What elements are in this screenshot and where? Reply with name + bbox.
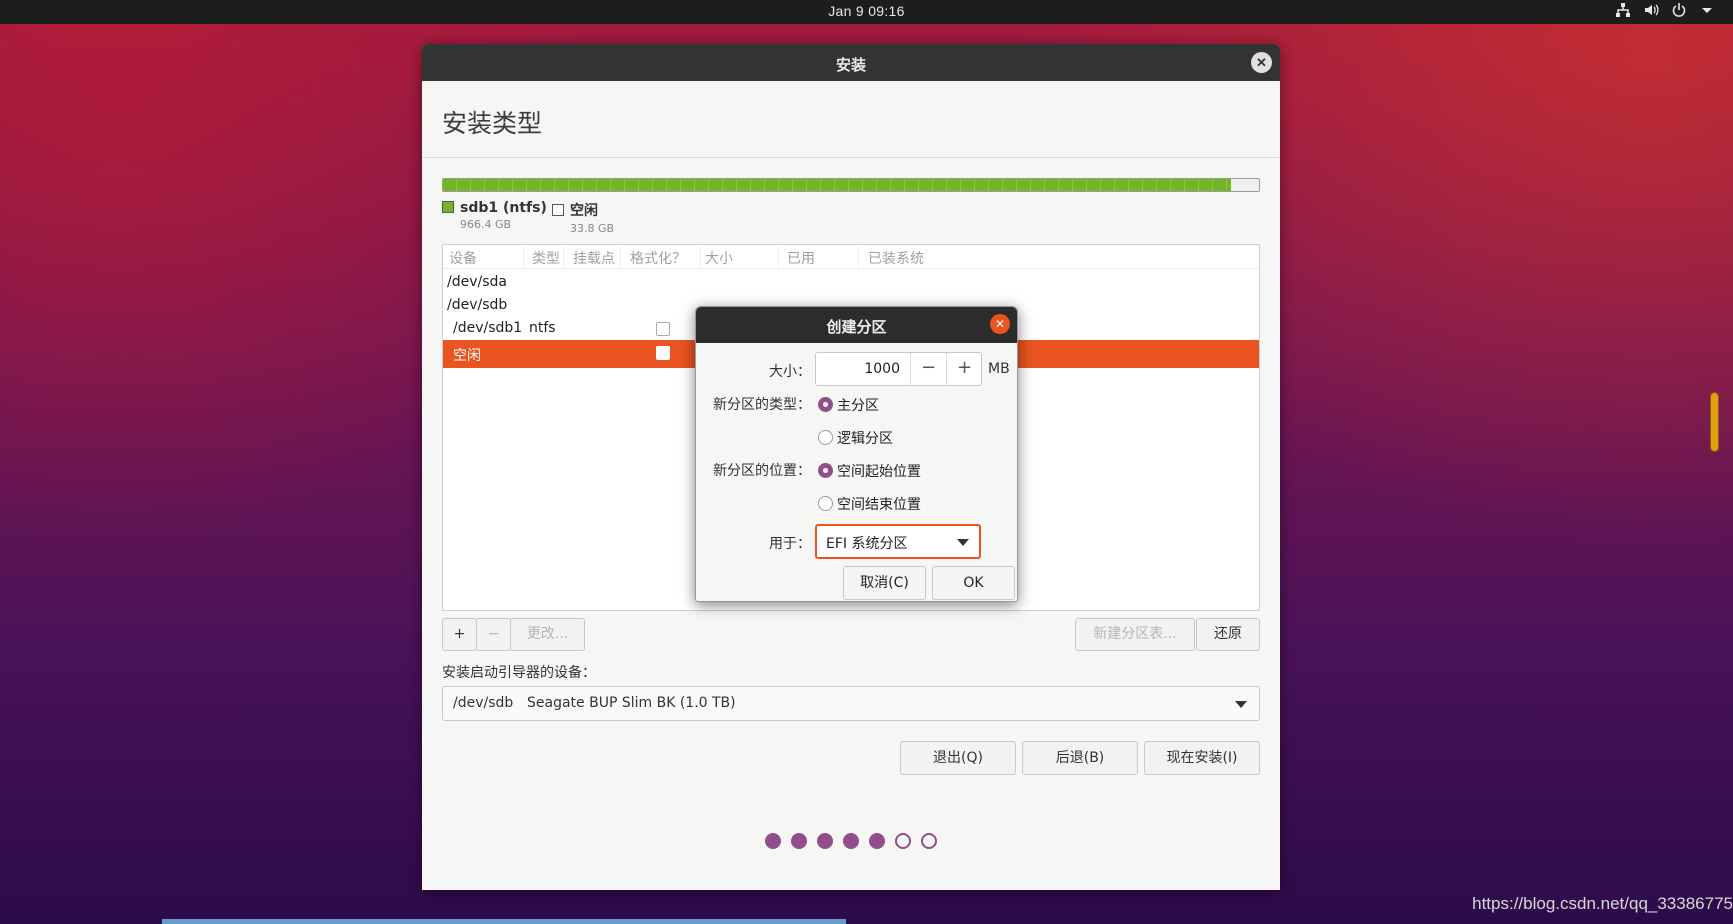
col-system[interactable]: 已装系统: [868, 248, 924, 268]
change-partition-button[interactable]: 更改...: [510, 618, 585, 651]
watermark: https://blog.csdn.net/qq_33386775: [1472, 894, 1733, 913]
col-type[interactable]: 类型: [532, 248, 560, 268]
progress-dot: [869, 833, 885, 849]
progress-dot: [817, 833, 833, 849]
use-as-value: EFI 系统分区: [826, 536, 908, 552]
legend-item-free: 空闲 33.8 GB: [552, 200, 614, 235]
dialog-close-button[interactable]: ✕: [990, 314, 1010, 334]
legend-item-ntfs: sdb1 (ntfs) 966.4 GB: [442, 200, 547, 231]
progress-dot: [921, 833, 937, 849]
device-cell: /dev/sda: [447, 274, 507, 290]
format-checkbox[interactable]: [656, 346, 670, 360]
quit-button[interactable]: 退出(Q): [900, 741, 1016, 775]
radio-start-indicator[interactable]: [818, 463, 833, 478]
radio-start-label: 空间起始位置: [837, 464, 921, 480]
boot-device-description: Seagate BUP Slim BK (1.0 TB): [527, 695, 736, 711]
radio-location-end[interactable]: 空间结束位置: [818, 494, 921, 514]
size-unit: MB: [988, 361, 1010, 377]
radio-primary[interactable]: 主分区: [818, 395, 879, 415]
progress-dot: [791, 833, 807, 849]
edge-scroll-handle[interactable]: [1710, 392, 1719, 452]
col-format[interactable]: 格式化？: [630, 248, 686, 268]
new-partition-table-button[interactable]: 新建分区表...: [1075, 618, 1195, 651]
table-row[interactable]: /dev/sda: [443, 271, 1259, 294]
revert-button[interactable]: 还原: [1196, 618, 1260, 651]
legend-size: 33.8 GB: [570, 222, 615, 235]
top-bar: Jan 9 09:16: [0, 0, 1733, 24]
system-tray[interactable]: [1615, 2, 1715, 18]
increment-button[interactable]: +: [946, 353, 982, 385]
progress-dots: [422, 833, 1280, 849]
disk-usage-fill: [443, 179, 1232, 191]
clock[interactable]: Jan 9 09:16: [0, 3, 1733, 19]
format-checkbox[interactable]: [656, 322, 670, 336]
window-close-button[interactable]: ✕: [1251, 52, 1272, 73]
progress-dot: [765, 833, 781, 849]
device-cell: /dev/sdb1: [453, 320, 523, 336]
boot-device-label: 安装启动引导器的设备：: [442, 665, 596, 681]
col-used[interactable]: 已用: [787, 248, 815, 268]
use-as-label: 用于：: [769, 536, 811, 552]
remove-partition-button[interactable]: −: [476, 618, 511, 651]
dialog-title: 创建分区: [826, 318, 887, 336]
device-cell: /dev/sdb: [447, 297, 508, 313]
col-device[interactable]: 设备: [449, 248, 477, 268]
radio-logical-label: 逻辑分区: [837, 431, 893, 447]
size-label: 大小：: [769, 364, 811, 380]
install-now-button[interactable]: 现在安装(I): [1144, 741, 1260, 775]
progress-dot: [843, 833, 859, 849]
use-as-select[interactable]: EFI 系统分区: [815, 524, 981, 559]
radio-location-start[interactable]: 空间起始位置: [818, 461, 921, 481]
window-title: 安装: [835, 57, 866, 74]
boot-device-path: /dev/sdb: [453, 695, 514, 711]
power-icon[interactable]: [1671, 2, 1687, 18]
legend-size: 966.4 GB: [460, 218, 512, 231]
col-mount[interactable]: 挂载点: [573, 248, 615, 268]
decrement-button[interactable]: −: [910, 353, 946, 385]
back-button[interactable]: 后退(B): [1022, 741, 1138, 775]
radio-end-indicator[interactable]: [818, 496, 833, 511]
legend-name: sdb1 (ntfs): [460, 200, 547, 216]
chevron-down-icon[interactable]: [1699, 2, 1715, 18]
radio-end-label: 空间结束位置: [837, 497, 921, 513]
chevron-down-icon: [1235, 701, 1247, 708]
location-label: 新分区的位置：: [713, 463, 811, 479]
size-spinbutton[interactable]: 1000 − +: [815, 352, 982, 386]
taskbar-strip: [162, 919, 846, 924]
radio-primary-label: 主分区: [837, 398, 879, 414]
header-divider: [422, 157, 1280, 158]
boot-device-select[interactable]: /dev/sdb Seagate BUP Slim BK (1.0 TB): [442, 686, 1260, 721]
create-partition-dialog: 创建分区 ✕ 大小： 1000 − + MB 新分区的类型： 主分区 逻辑分区 …: [695, 306, 1018, 602]
add-partition-button[interactable]: +: [442, 618, 477, 651]
cancel-button[interactable]: 取消(C): [843, 566, 926, 600]
dialog-titlebar[interactable]: 创建分区 ✕: [696, 307, 1017, 343]
legend-name: 空闲: [570, 203, 598, 219]
type-label: 新分区的类型：: [713, 397, 811, 413]
table-header: 设备 类型 挂载点 格式化？ 大小 已用 已装系统: [443, 245, 1259, 269]
legend-swatch-free: [552, 204, 564, 216]
col-size[interactable]: 大小: [705, 248, 733, 268]
disk-usage-bar: [442, 178, 1260, 192]
radio-logical-indicator[interactable]: [818, 430, 833, 445]
device-cell: 空闲: [453, 348, 481, 364]
chevron-down-icon: [957, 539, 969, 546]
radio-logical[interactable]: 逻辑分区: [818, 428, 893, 448]
network-icon[interactable]: [1615, 2, 1631, 18]
radio-primary-indicator[interactable]: [818, 397, 833, 412]
size-input[interactable]: 1000: [816, 361, 900, 377]
volume-icon[interactable]: [1643, 2, 1659, 18]
type-cell: ntfs: [529, 320, 556, 336]
window-titlebar[interactable]: 安装 ✕: [422, 44, 1280, 81]
ok-button[interactable]: OK: [932, 566, 1015, 600]
progress-dot: [895, 833, 911, 849]
page-title: 安装类型: [442, 109, 543, 138]
legend-swatch-ntfs: [442, 201, 454, 213]
